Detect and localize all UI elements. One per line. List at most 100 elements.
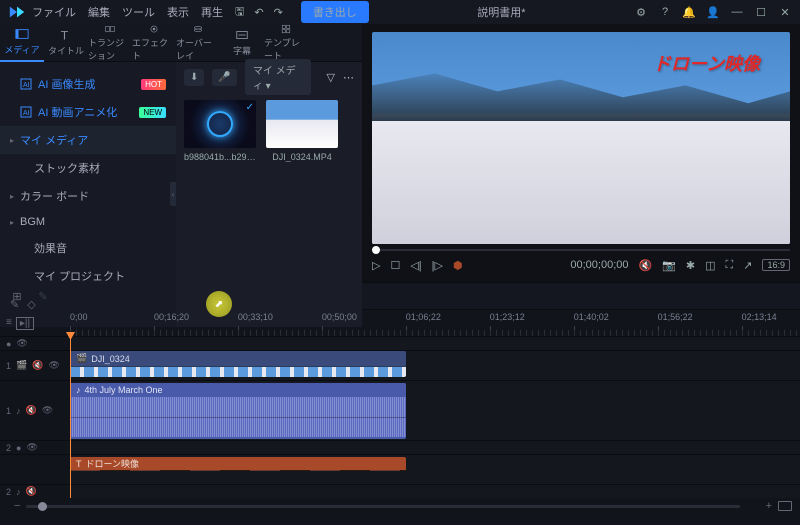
track-visible-icon[interactable]: 👁	[16, 338, 27, 349]
text-clip[interactable]: Tドローン映像	[70, 457, 406, 471]
video-clip[interactable]: 🎬DJI_0324	[70, 351, 406, 377]
tab-media[interactable]: メディア	[0, 24, 44, 62]
filter-icon[interactable]: ▽	[327, 71, 335, 84]
svg-text:T: T	[61, 28, 69, 42]
tab-transition[interactable]: トランジション	[88, 24, 132, 62]
svg-text:AI: AI	[23, 110, 30, 117]
window-controls: ⚙ ? 🔔 👤 ― ☐ ✕	[634, 6, 792, 19]
mute-icon[interactable]: 🔇	[639, 259, 653, 272]
marker-icon[interactable]: ⬢	[453, 259, 463, 272]
notification-icon[interactable]: 🔔	[682, 6, 696, 19]
maximize-icon[interactable]: ☐	[754, 6, 768, 19]
undo-icon[interactable]: ↶	[254, 6, 263, 19]
music-note-icon: ♪	[76, 385, 81, 395]
track-mute-icon[interactable]: 🔇	[26, 405, 37, 416]
preview-progress[interactable]	[372, 248, 790, 252]
account-icon[interactable]: 👤	[706, 6, 720, 19]
audio-track[interactable]: ♪4th July March One	[70, 381, 800, 440]
zoom-out-icon[interactable]: −	[8, 500, 26, 512]
track-mute-icon[interactable]: 🔇	[32, 360, 43, 371]
prev-frame-icon[interactable]: ◁|	[410, 259, 421, 272]
sidebar-stock[interactable]: ストック素材	[0, 154, 176, 182]
more-icon[interactable]: ⋯	[343, 71, 354, 84]
menu-edit[interactable]: 編集	[88, 4, 110, 20]
collapse-handle[interactable]: ‹	[170, 182, 176, 206]
menu-file[interactable]: ファイル	[32, 4, 76, 20]
text-track[interactable]: Tドローン映像	[70, 455, 800, 484]
snapshot-icon[interactable]: 📷	[662, 259, 676, 272]
badge-new: NEW	[139, 107, 166, 118]
minimize-icon[interactable]: ―	[730, 6, 744, 18]
svg-text:AI: AI	[23, 82, 30, 89]
stop-icon[interactable]: ☐	[390, 259, 400, 272]
track-visible-icon[interactable]: 👁	[48, 360, 59, 371]
ruler-tick: 01;40;02	[574, 312, 609, 322]
zoom-slider[interactable]	[26, 505, 739, 508]
track-record-icon[interactable]: ●	[6, 339, 11, 349]
zoom-in-icon[interactable]: +	[760, 500, 778, 512]
compare-icon[interactable]: ◫	[705, 259, 715, 272]
sidebar-sfx[interactable]: 効果音	[0, 234, 176, 262]
track-options-icon[interactable]: ≡	[6, 317, 12, 330]
badge-hot: HOT	[141, 79, 166, 90]
save-icon[interactable]: 🖫	[235, 3, 244, 22]
media-item-audio[interactable]: ✓ b988041b...b29b...	[184, 100, 256, 162]
close-icon[interactable]: ✕	[778, 6, 792, 19]
tab-effect[interactable]: エフェクト	[132, 24, 176, 62]
sidebar-ai-image[interactable]: AIAI 画像生成HOT	[0, 70, 176, 98]
track-lock-icon[interactable]: ♪	[16, 406, 21, 416]
audio-track-2[interactable]	[70, 485, 800, 498]
track-record-icon[interactable]: ●	[16, 443, 21, 453]
ruler-tick: 01;56;22	[658, 312, 693, 322]
timeline-ruler[interactable]: 0;00 00;16;20 00;33;10 00;50;00 01;06;22…	[70, 310, 800, 336]
track-spacer[interactable]	[70, 441, 800, 454]
preview-title-overlay: ドローン映像	[653, 50, 760, 76]
aspect-ratio[interactable]: 16:9	[762, 259, 790, 271]
tab-template[interactable]: テンプレート	[264, 24, 308, 62]
sidebar-my-media[interactable]: マイ メディア	[0, 126, 176, 154]
track-visible-icon[interactable]: 👁	[42, 405, 53, 416]
settings-icon[interactable]: ⚙	[634, 6, 648, 19]
titlebar: ファイル 編集 ツール 表示 再生 🖫 ↶ ↷ 書き出し 説明書用* ⚙ ? 🔔…	[0, 0, 800, 24]
track-number: 1	[6, 406, 11, 416]
snap-icon[interactable]: ▸||	[16, 317, 34, 330]
menu-play[interactable]: 再生	[201, 4, 223, 20]
play-icon[interactable]: ▷	[372, 259, 380, 272]
sidebar-bgm[interactable]: BGM	[0, 210, 176, 234]
track-spacer[interactable]	[70, 337, 800, 350]
add-track-icon[interactable]: ⊞	[8, 290, 26, 303]
record-button[interactable]: 🎤	[212, 69, 236, 86]
media-sidebar: AIAI 画像生成HOT AIAI 動画アニメ化NEW マイ メディア ストック…	[0, 62, 176, 327]
track-lock-icon[interactable]: 🎬	[16, 360, 27, 371]
menu-tools[interactable]: ツール	[122, 4, 155, 20]
export-button[interactable]: 書き出し	[301, 1, 369, 23]
tab-title[interactable]: Tタイトル	[44, 24, 88, 62]
redo-icon[interactable]: ↷	[274, 6, 283, 19]
audio-clip[interactable]: ♪4th July March One	[70, 383, 406, 439]
sidebar-my-project[interactable]: マイ プロジェクト	[0, 262, 176, 290]
media-filter-dropdown[interactable]: マイ メディ ▾	[245, 59, 311, 95]
quality-icon[interactable]: ✱	[686, 259, 695, 272]
menu-view[interactable]: 表示	[167, 4, 189, 20]
preview-canvas[interactable]: ドローン映像	[372, 32, 790, 244]
project-title: 説明書用*	[369, 4, 634, 20]
tab-subtitle[interactable]: 字幕	[220, 24, 264, 62]
track-mute-icon[interactable]: 🔇	[26, 486, 37, 497]
text-icon: T	[76, 459, 82, 469]
sidebar-ai-anim[interactable]: AIAI 動画アニメ化NEW	[0, 98, 176, 126]
track-lock-icon[interactable]: ♪	[16, 487, 21, 497]
import-button[interactable]: ⬇	[184, 69, 204, 86]
ruler-tick: 00;50;00	[322, 312, 357, 322]
media-item-video[interactable]: DJI_0324.MP4	[266, 100, 338, 162]
video-track[interactable]: 🎬DJI_0324	[70, 351, 800, 380]
next-frame-icon[interactable]: |▷	[432, 259, 443, 272]
tab-overlay[interactable]: オーバーレイ	[176, 24, 220, 62]
fullscreen-icon[interactable]: ⛶	[726, 259, 734, 272]
sidebar-color-board[interactable]: カラー ボード	[0, 182, 176, 210]
zoom-fit-icon[interactable]	[778, 501, 792, 511]
popout-icon[interactable]: ↗	[743, 259, 752, 272]
edit-icon[interactable]: ✎	[34, 290, 52, 303]
video-thumbnail	[266, 100, 338, 148]
help-icon[interactable]: ?	[658, 6, 672, 18]
track-visible-icon[interactable]: 👁	[26, 442, 37, 453]
